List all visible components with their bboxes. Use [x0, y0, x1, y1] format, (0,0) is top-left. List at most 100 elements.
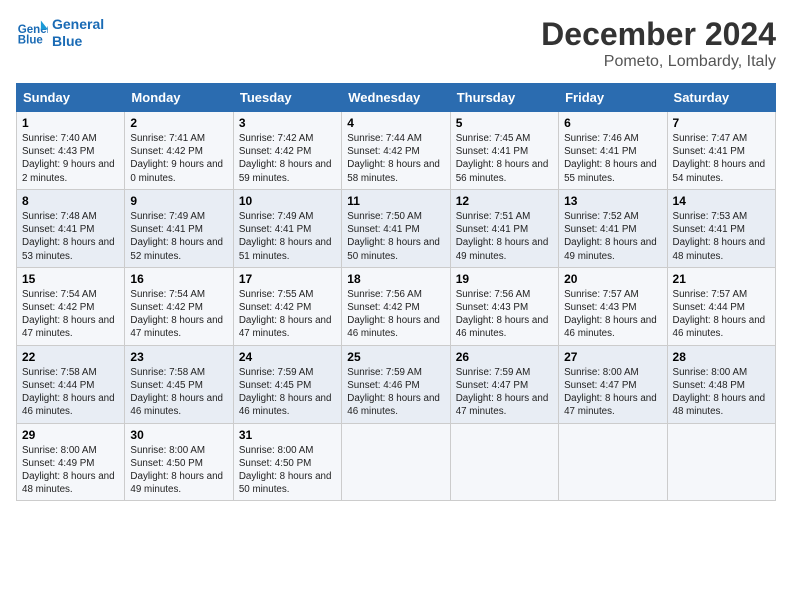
svg-text:Blue: Blue: [18, 34, 44, 46]
day-number: 3: [239, 116, 336, 130]
calendar-cell: [450, 423, 558, 501]
day-number: 23: [130, 350, 227, 364]
calendar-cell: [559, 423, 667, 501]
day-number: 24: [239, 350, 336, 364]
calendar-cell: 26 Sunrise: 7:59 AMSunset: 4:47 PMDayligh…: [450, 345, 558, 423]
calendar-cell: 11 Sunrise: 7:50 AMSunset: 4:41 PMDayligh…: [342, 189, 450, 267]
cell-info: Sunrise: 7:47 AMSunset: 4:41 PMDaylight:…: [673, 132, 770, 185]
weekday-sunday: Sunday: [17, 84, 125, 112]
calendar-cell: 31Sunrise: 8:00 AMSunset: 4:50 PMDayligh…: [233, 423, 341, 501]
weekday-friday: Friday: [559, 84, 667, 112]
cell-info: Sunrise: 7:48 AMSunset: 4:41 PMDaylight:…: [22, 210, 119, 263]
cell-info: Sunrise: 7:57 AMSunset: 4:44 PMDaylight:…: [673, 288, 770, 341]
calendar-cell: 14Sunrise: 7:53 AMSunset: 4:41 PMDayligh…: [667, 189, 775, 267]
calendar-cell: 21 Sunrise: 7:57 AMSunset: 4:44 PMDayligh…: [667, 267, 775, 345]
cell-info: Sunrise: 7:41 AMSunset: 4:42 PMDaylight:…: [130, 132, 227, 185]
week-row-1: 1Sunrise: 7:40 AMSunset: 4:43 PMDaylight…: [17, 112, 776, 190]
weekday-thursday: Thursday: [450, 84, 558, 112]
calendar-cell: 25 Sunrise: 7:59 AMSunset: 4:46 PMDayligh…: [342, 345, 450, 423]
month-title: December 2024: [541, 16, 776, 53]
day-number: 30: [130, 428, 227, 442]
cell-info: Sunrise: 7:55 AMSunset: 4:42 PMDaylight:…: [239, 288, 336, 341]
calendar-cell: 5Sunrise: 7:45 AMSunset: 4:41 PMDaylight…: [450, 112, 558, 190]
cell-info: Sunrise: 7:57 AMSunset: 4:43 PMDaylight:…: [564, 288, 661, 341]
day-number: 14: [673, 194, 770, 208]
cell-info: Sunrise: 7:59 AMSunset: 4:45 PMDaylight:…: [239, 366, 336, 419]
day-number: 6: [564, 116, 661, 130]
calendar-cell: 20 Sunrise: 7:57 AMSunset: 4:43 PMDayligh…: [559, 267, 667, 345]
day-number: 15: [22, 272, 119, 286]
logo: General Blue General Blue: [16, 16, 104, 50]
day-number: 8: [22, 194, 119, 208]
calendar-cell: 23 Sunrise: 7:58 AMSunset: 4:45 PMDayligh…: [125, 345, 233, 423]
cell-info: Sunrise: 7:59 AMSunset: 4:47 PMDaylight:…: [456, 366, 553, 419]
day-number: 16: [130, 272, 227, 286]
page-header: General Blue General Blue December 2024 …: [16, 16, 776, 71]
day-number: 12: [456, 194, 553, 208]
calendar-cell: 8 Sunrise: 7:48 AMSunset: 4:41 PMDaylight…: [17, 189, 125, 267]
cell-info: Sunrise: 8:00 AMSunset: 4:48 PMDaylight:…: [673, 366, 770, 419]
logo-icon: General Blue: [16, 17, 48, 49]
day-number: 26: [456, 350, 553, 364]
day-number: 17: [239, 272, 336, 286]
cell-info: Sunrise: 7:58 AMSunset: 4:45 PMDaylight:…: [130, 366, 227, 419]
day-number: 5: [456, 116, 553, 130]
calendar-cell: 7 Sunrise: 7:47 AMSunset: 4:41 PMDaylight…: [667, 112, 775, 190]
cell-info: Sunrise: 7:54 AMSunset: 4:42 PMDaylight:…: [130, 288, 227, 341]
day-number: 9: [130, 194, 227, 208]
calendar-cell: 15 Sunrise: 7:54 AMSunset: 4:42 PMDayligh…: [17, 267, 125, 345]
weekday-saturday: Saturday: [667, 84, 775, 112]
calendar-cell: 9 Sunrise: 7:49 AMSunset: 4:41 PMDaylight…: [125, 189, 233, 267]
cell-info: Sunrise: 7:58 AMSunset: 4:44 PMDaylight:…: [22, 366, 119, 419]
day-number: 18: [347, 272, 444, 286]
calendar-cell: 29Sunrise: 8:00 AMSunset: 4:49 PMDayligh…: [17, 423, 125, 501]
week-row-3: 15 Sunrise: 7:54 AMSunset: 4:42 PMDayligh…: [17, 267, 776, 345]
cell-info: Sunrise: 7:49 AMSunset: 4:41 PMDaylight:…: [239, 210, 336, 263]
calendar-cell: 22Sunrise: 7:58 AMSunset: 4:44 PMDayligh…: [17, 345, 125, 423]
cell-info: Sunrise: 7:56 AMSunset: 4:43 PMDaylight:…: [456, 288, 553, 341]
weekday-monday: Monday: [125, 84, 233, 112]
day-number: 2: [130, 116, 227, 130]
day-number: 19: [456, 272, 553, 286]
cell-info: Sunrise: 7:44 AMSunset: 4:42 PMDaylight:…: [347, 132, 444, 185]
calendar-cell: [667, 423, 775, 501]
location: Pometo, Lombardy, Italy: [541, 53, 776, 71]
day-number: 4: [347, 116, 444, 130]
cell-info: Sunrise: 7:46 AMSunset: 4:41 PMDaylight:…: [564, 132, 661, 185]
calendar-cell: 1Sunrise: 7:40 AMSunset: 4:43 PMDaylight…: [17, 112, 125, 190]
calendar-cell: [342, 423, 450, 501]
day-number: 21: [673, 272, 770, 286]
calendar-cell: 10Sunrise: 7:49 AMSunset: 4:41 PMDayligh…: [233, 189, 341, 267]
calendar-cell: 13Sunrise: 7:52 AMSunset: 4:41 PMDayligh…: [559, 189, 667, 267]
calendar-cell: 3 Sunrise: 7:42 AMSunset: 4:42 PMDaylight…: [233, 112, 341, 190]
day-number: 7: [673, 116, 770, 130]
calendar-cell: 17 Sunrise: 7:55 AMSunset: 4:42 PMDayligh…: [233, 267, 341, 345]
weekday-tuesday: Tuesday: [233, 84, 341, 112]
day-number: 11: [347, 194, 444, 208]
day-number: 1: [22, 116, 119, 130]
day-number: 31: [239, 428, 336, 442]
cell-info: Sunrise: 7:42 AMSunset: 4:42 PMDaylight:…: [239, 132, 336, 185]
calendar-cell: 2 Sunrise: 7:41 AMSunset: 4:42 PMDaylight…: [125, 112, 233, 190]
week-row-4: 22Sunrise: 7:58 AMSunset: 4:44 PMDayligh…: [17, 345, 776, 423]
calendar-cell: 27Sunrise: 8:00 AMSunset: 4:47 PMDayligh…: [559, 345, 667, 423]
calendar-cell: 6 Sunrise: 7:46 AMSunset: 4:41 PMDaylight…: [559, 112, 667, 190]
cell-info: Sunrise: 7:51 AMSunset: 4:41 PMDaylight:…: [456, 210, 553, 263]
cell-info: Sunrise: 7:50 AMSunset: 4:41 PMDaylight:…: [347, 210, 444, 263]
cell-info: Sunrise: 7:56 AMSunset: 4:42 PMDaylight:…: [347, 288, 444, 341]
calendar-cell: 30Sunrise: 8:00 AMSunset: 4:50 PMDayligh…: [125, 423, 233, 501]
calendar-body: 1Sunrise: 7:40 AMSunset: 4:43 PMDaylight…: [17, 112, 776, 501]
calendar-cell: 16 Sunrise: 7:54 AMSunset: 4:42 PMDayligh…: [125, 267, 233, 345]
cell-info: Sunrise: 7:49 AMSunset: 4:41 PMDaylight:…: [130, 210, 227, 263]
calendar-cell: 12 Sunrise: 7:51 AMSunset: 4:41 PMDayligh…: [450, 189, 558, 267]
calendar-cell: 28Sunrise: 8:00 AMSunset: 4:48 PMDayligh…: [667, 345, 775, 423]
cell-info: Sunrise: 7:54 AMSunset: 4:42 PMDaylight:…: [22, 288, 119, 341]
logo-line1: General: [52, 16, 104, 33]
week-row-2: 8 Sunrise: 7:48 AMSunset: 4:41 PMDaylight…: [17, 189, 776, 267]
day-number: 29: [22, 428, 119, 442]
day-number: 25: [347, 350, 444, 364]
cell-info: Sunrise: 8:00 AMSunset: 4:47 PMDaylight:…: [564, 366, 661, 419]
calendar-table: SundayMondayTuesdayWednesdayThursdayFrid…: [16, 83, 776, 501]
cell-info: Sunrise: 7:59 AMSunset: 4:46 PMDaylight:…: [347, 366, 444, 419]
day-number: 20: [564, 272, 661, 286]
